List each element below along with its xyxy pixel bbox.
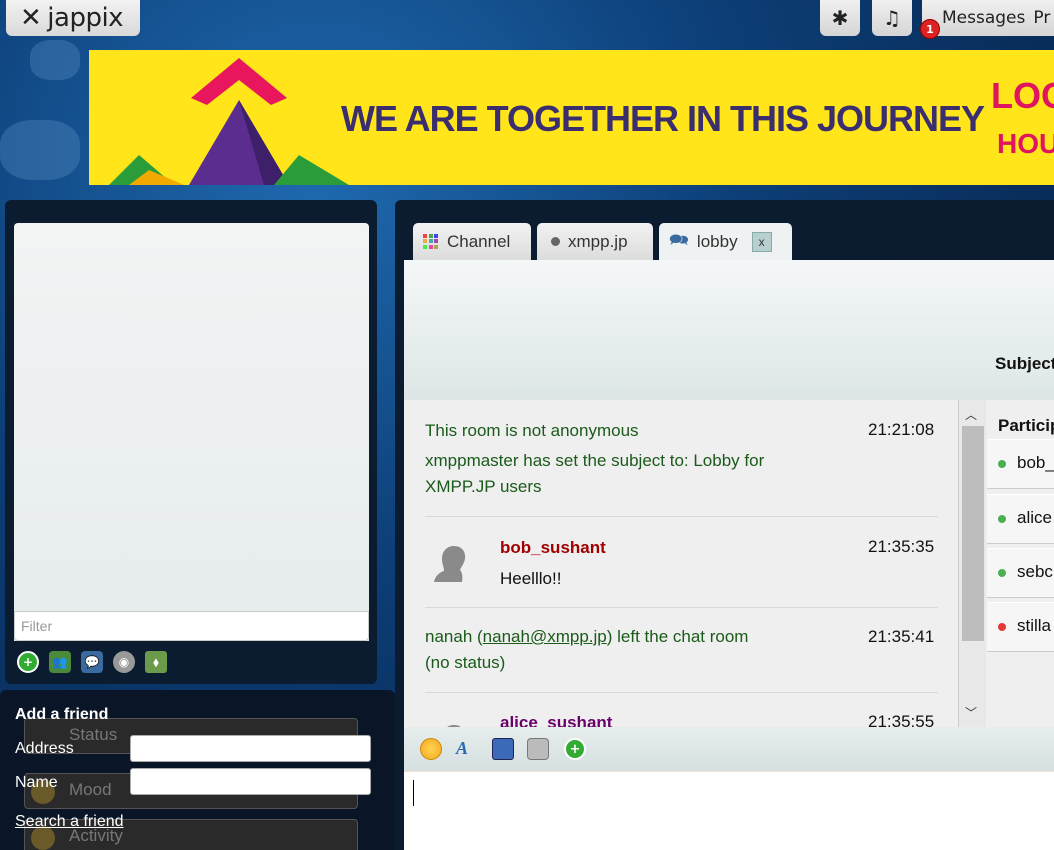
system-message-cont: XMPP.JP users [425, 477, 542, 496]
system-message-cont: (no status) [425, 653, 506, 672]
roster-list[interactable] [14, 223, 369, 641]
scroll-down-arrow-icon[interactable]: ﹀ [965, 704, 977, 721]
tab-channel-label: Channel [447, 231, 511, 251]
messages-button[interactable]: Messages Pr [922, 0, 1054, 36]
message-nick[interactable]: bob_sushant [500, 538, 606, 558]
participants-header: Particip [998, 416, 1054, 435]
participant-item[interactable]: sebc [987, 548, 1054, 598]
banner-side-text-2: HOU [997, 128, 1054, 159]
jappix-logo-icon: ✕ [20, 3, 42, 33]
online-status-icon [998, 460, 1006, 468]
system-message: This room is not anonymous [425, 421, 639, 440]
settings-button[interactable]: ✱ [820, 0, 860, 36]
subject-label: Subject [995, 354, 1054, 373]
name-input[interactable] [130, 768, 371, 795]
jappix-logo-button[interactable]: ✕ jappix [6, 0, 140, 36]
background-map-shape [30, 40, 80, 80]
text-caret [413, 780, 414, 806]
tab-lobby-label: lobby [696, 232, 738, 251]
address-label: Address [15, 740, 74, 757]
search-friend-link[interactable]: Search a friend [15, 813, 124, 831]
message-clip: alice_sushant 21:35:55 [404, 693, 958, 727]
tab-xmpp-jp-label: xmpp.jp [568, 231, 628, 251]
scroll-up-arrow-icon[interactable]: ︿ [965, 406, 977, 423]
offline-dot-icon [551, 237, 560, 246]
system-message-text: nanah ( [425, 627, 483, 646]
music-note-icon: ♫ [883, 6, 901, 30]
message-time: 21:35:35 [868, 537, 935, 556]
online-status-icon [998, 569, 1006, 577]
messages-label: Messages [942, 8, 1026, 28]
add-friend-icon[interactable]: + [17, 651, 39, 673]
message-separator [425, 516, 938, 517]
messages-badge: 1 [920, 19, 940, 39]
busy-status-icon [998, 623, 1006, 631]
participant-item[interactable]: bob_ [987, 439, 1054, 489]
tag-icon[interactable]: ⬧ [145, 651, 167, 673]
participant-item[interactable]: stilla [987, 602, 1054, 652]
banner-side-text: LOO [991, 75, 1054, 116]
message-time: 21:21:08 [868, 420, 935, 439]
participant-name: sebc [1017, 562, 1053, 581]
close-tab-button[interactable]: x [751, 232, 772, 252]
message-text: Heelllo!! [500, 569, 562, 588]
clear-icon[interactable] [527, 738, 549, 760]
message-separator [425, 607, 938, 608]
mood-label: Mood [69, 780, 112, 799]
logo-text: jappix [47, 3, 124, 33]
groupchat-icon: 🗪 [669, 231, 689, 249]
message-input[interactable] [404, 771, 1054, 850]
tab-channel[interactable]: Channel [413, 223, 531, 260]
channel-grid-icon [423, 233, 439, 250]
banner-headline: WE ARE TOGETHER IN THIS JOURNEY [341, 98, 985, 139]
webcam-icon[interactable]: ◉ [113, 651, 135, 673]
tab-lobby[interactable]: 🗪 lobby x [659, 223, 792, 261]
music-button[interactable]: ♫ [872, 0, 912, 36]
message-nick[interactable]: alice_sushant [500, 713, 612, 727]
system-message-text: ) left the chat room [606, 627, 749, 646]
roster-toolbar: + 👥 💬 ◉ ⬧ [17, 651, 167, 673]
save-icon[interactable] [492, 738, 514, 760]
advertisement-banner[interactable]: WE ARE TOGETHER IN THIS JOURNEY LOO HOU [89, 50, 1054, 185]
roster-filter-input[interactable]: Filter [14, 611, 369, 641]
emoticon-icon[interactable] [420, 738, 442, 760]
chat-header [404, 260, 1054, 400]
online-status-icon [998, 515, 1006, 523]
add-friend-title: Add a friend [15, 706, 109, 723]
text-style-icon[interactable]: A [456, 738, 478, 760]
system-message: nanah (nanah@xmpp.jp) left the chat room [425, 624, 748, 650]
join-groupchat-icon[interactable]: 👥 [49, 651, 71, 673]
invite-icon[interactable]: + [564, 738, 586, 760]
status-label: Status [69, 725, 118, 744]
name-label: Name [15, 774, 58, 791]
user-jid-link[interactable]: nanah@xmpp.jp [483, 627, 607, 646]
profile-label: Pr [1033, 8, 1051, 28]
participant-name: bob_ [1017, 453, 1054, 472]
avatar-placeholder-icon [434, 546, 466, 582]
chat-scrollbar[interactable]: ︿ ﹀ [958, 400, 986, 727]
system-message: xmppmaster has set the subject to: Lobby… [425, 451, 765, 470]
participant-item[interactable]: alice [987, 494, 1054, 544]
background-map-shape [0, 120, 80, 180]
address-input[interactable] [130, 735, 371, 762]
message-time: 21:35:55 [868, 712, 935, 727]
tab-xmpp-jp[interactable]: xmpp.jp [537, 223, 653, 260]
message-time: 21:35:41 [868, 627, 935, 646]
asterisk-icon: ✱ [831, 6, 849, 30]
scrollbar-thumb[interactable] [962, 426, 984, 641]
participant-name: stilla [1017, 616, 1052, 635]
chat-bubbles-icon[interactable]: 💬 [81, 651, 103, 673]
participant-name: alice [1017, 508, 1052, 527]
